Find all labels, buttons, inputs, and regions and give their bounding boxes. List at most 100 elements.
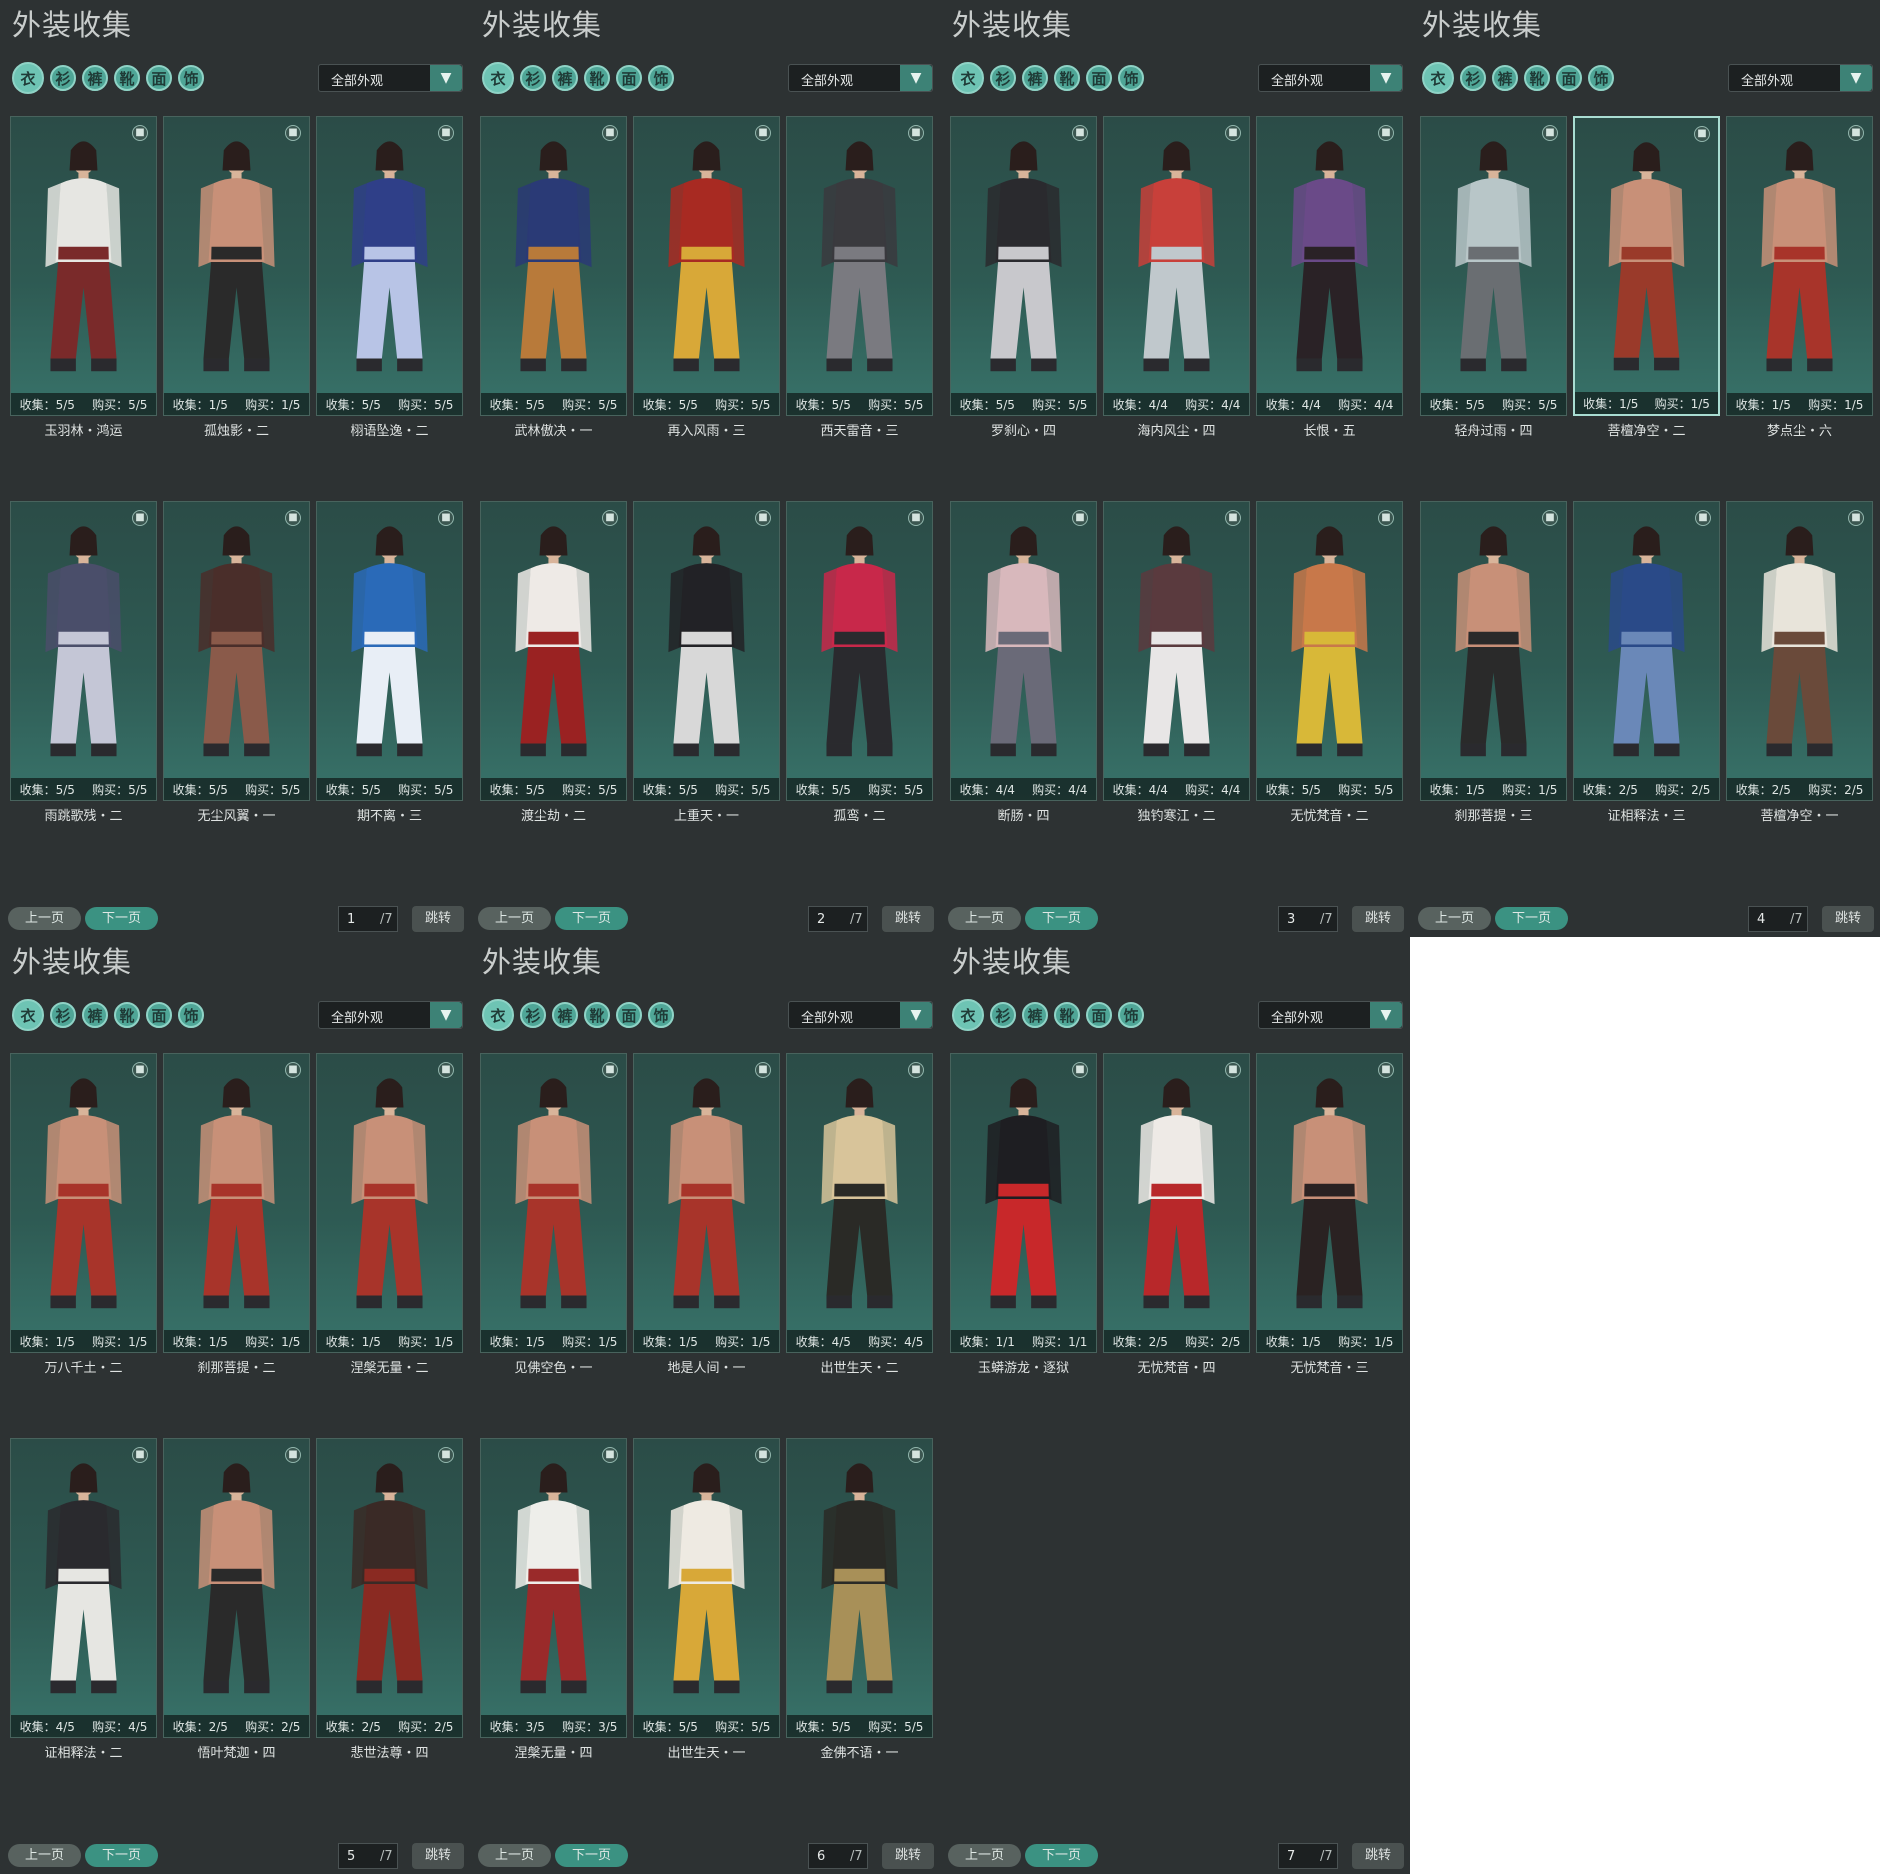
trash-icon[interactable]: ■ <box>602 1062 618 1078</box>
outfit-card[interactable]: ■ 收集：4/5 购买：4/5 <box>10 1438 157 1738</box>
trash-icon[interactable]: ■ <box>1378 125 1394 141</box>
jump-button[interactable]: 跳转 <box>882 906 934 932</box>
outfit-card[interactable]: ■ 收集：4/4 购买：4/4 <box>950 501 1097 801</box>
accessory-icon[interactable]: 饰 <box>648 1002 674 1028</box>
top-icon[interactable]: 衫 <box>50 65 76 91</box>
mask-icon[interactable]: 面 <box>146 65 172 91</box>
top-icon[interactable]: 衫 <box>50 1002 76 1028</box>
chevron-down-icon[interactable]: ▼ <box>900 65 932 91</box>
trash-icon[interactable]: ■ <box>908 1447 924 1463</box>
outfit-card[interactable]: ■ 收集：4/4 购买：4/4 <box>1103 501 1250 801</box>
mask-icon[interactable]: 面 <box>616 1002 642 1028</box>
prev-page-button[interactable]: 上一页 <box>478 907 551 930</box>
jump-button[interactable]: 跳转 <box>1352 906 1404 932</box>
outfit-filter-dropdown[interactable]: 全部外观 ▼ <box>1258 1001 1403 1029</box>
trash-icon[interactable]: ■ <box>285 510 301 526</box>
chevron-down-icon[interactable]: ▼ <box>1370 1002 1402 1028</box>
outfit-card[interactable]: ■ 收集：5/5 购买：5/5 <box>1256 501 1403 801</box>
chevron-down-icon[interactable]: ▼ <box>1370 65 1402 91</box>
outfit-filter-dropdown[interactable]: 全部外观 ▼ <box>1728 64 1873 92</box>
trash-icon[interactable]: ■ <box>132 1062 148 1078</box>
mask-icon[interactable]: 面 <box>1556 65 1582 91</box>
trash-icon[interactable]: ■ <box>1695 510 1711 526</box>
page-number-input[interactable]: 1/7 <box>338 906 398 932</box>
trash-icon[interactable]: ■ <box>132 1447 148 1463</box>
trash-icon[interactable]: ■ <box>755 1062 771 1078</box>
outfit-card[interactable]: ■ 收集：1/5 购买：1/5 <box>163 1053 310 1353</box>
outfit-card[interactable]: ■ 收集：5/5 购买：5/5 <box>786 116 933 416</box>
trash-icon[interactable]: ■ <box>755 1447 771 1463</box>
outfit-card[interactable]: ■ 收集：5/5 购买：5/5 <box>10 501 157 801</box>
outfit-card[interactable]: ■ 收集：1/5 购买：1/5 <box>480 1053 627 1353</box>
trash-icon[interactable]: ■ <box>908 510 924 526</box>
page-number-input[interactable]: 5/7 <box>338 1843 398 1869</box>
accessory-icon[interactable]: 饰 <box>178 1002 204 1028</box>
outfit-filter-dropdown[interactable]: 全部外观 ▼ <box>788 64 933 92</box>
top-icon[interactable]: 衫 <box>1460 65 1486 91</box>
page-number-input[interactable]: 7/7 <box>1278 1843 1338 1869</box>
trash-icon[interactable]: ■ <box>1848 510 1864 526</box>
outfit-card[interactable]: ■ 收集：5/5 购买：5/5 <box>633 116 780 416</box>
outfit-card[interactable]: ■ 收集：1/5 购买：1/5 <box>633 1053 780 1353</box>
outfit-card[interactable]: ■ 收集：5/5 购买：5/5 <box>316 116 463 416</box>
outfit-card[interactable]: ■ 收集：4/4 购买：4/4 <box>1103 116 1250 416</box>
page-number-input[interactable]: 6/7 <box>808 1843 868 1869</box>
outfit-filter-dropdown[interactable]: 全部外观 ▼ <box>318 1001 463 1029</box>
all-outfits-icon[interactable]: 衣 <box>952 999 984 1031</box>
mask-icon[interactable]: 面 <box>616 65 642 91</box>
shoes-icon[interactable]: 靴 <box>114 1002 140 1028</box>
jump-button[interactable]: 跳转 <box>1352 1843 1404 1869</box>
accessory-icon[interactable]: 饰 <box>178 65 204 91</box>
shoes-icon[interactable]: 靴 <box>1524 65 1550 91</box>
mask-icon[interactable]: 面 <box>1086 65 1112 91</box>
bottom-icon[interactable]: 裤 <box>82 65 108 91</box>
page-number-input[interactable]: 4/7 <box>1748 906 1808 932</box>
outfit-card[interactable]: ■ 收集：4/4 购买：4/4 <box>1256 116 1403 416</box>
all-outfits-icon[interactable]: 衣 <box>12 62 44 94</box>
all-outfits-icon[interactable]: 衣 <box>952 62 984 94</box>
shoes-icon[interactable]: 靴 <box>114 65 140 91</box>
shoes-icon[interactable]: 靴 <box>584 65 610 91</box>
bottom-icon[interactable]: 裤 <box>82 1002 108 1028</box>
shoes-icon[interactable]: 靴 <box>1054 65 1080 91</box>
bottom-icon[interactable]: 裤 <box>1492 65 1518 91</box>
trash-icon[interactable]: ■ <box>285 1447 301 1463</box>
trash-icon[interactable]: ■ <box>602 125 618 141</box>
outfit-card[interactable]: ■ 收集：1/5 购买：1/5 <box>1573 116 1720 416</box>
trash-icon[interactable]: ■ <box>1072 125 1088 141</box>
trash-icon[interactable]: ■ <box>1225 125 1241 141</box>
next-page-button[interactable]: 下一页 <box>85 1844 158 1867</box>
outfit-filter-dropdown[interactable]: 全部外观 ▼ <box>318 64 463 92</box>
trash-icon[interactable]: ■ <box>1378 510 1394 526</box>
bottom-icon[interactable]: 裤 <box>1022 1002 1048 1028</box>
mask-icon[interactable]: 面 <box>1086 1002 1112 1028</box>
bottom-icon[interactable]: 裤 <box>552 65 578 91</box>
outfit-card[interactable]: ■ 收集：5/5 购买：5/5 <box>950 116 1097 416</box>
jump-button[interactable]: 跳转 <box>412 1843 464 1869</box>
outfit-card[interactable]: ■ 收集：2/5 购买：2/5 <box>316 1438 463 1738</box>
outfit-card[interactable]: ■ 收集：1/5 购买：1/5 <box>10 1053 157 1353</box>
accessory-icon[interactable]: 饰 <box>1118 65 1144 91</box>
trash-icon[interactable]: ■ <box>755 510 771 526</box>
top-icon[interactable]: 衫 <box>990 65 1016 91</box>
trash-icon[interactable]: ■ <box>438 1062 454 1078</box>
trash-icon[interactable]: ■ <box>908 1062 924 1078</box>
shoes-icon[interactable]: 靴 <box>1054 1002 1080 1028</box>
outfit-card[interactable]: ■ 收集：2/5 购买：2/5 <box>1573 501 1720 801</box>
trash-icon[interactable]: ■ <box>602 1447 618 1463</box>
trash-icon[interactable]: ■ <box>438 510 454 526</box>
outfit-card[interactable]: ■ 收集：5/5 购买：5/5 <box>633 501 780 801</box>
trash-icon[interactable]: ■ <box>1072 1062 1088 1078</box>
top-icon[interactable]: 衫 <box>990 1002 1016 1028</box>
prev-page-button[interactable]: 上一页 <box>948 1844 1021 1867</box>
outfit-card[interactable]: ■ 收集：1/5 购买：1/5 <box>163 116 310 416</box>
outfit-filter-dropdown[interactable]: 全部外观 ▼ <box>788 1001 933 1029</box>
trash-icon[interactable]: ■ <box>285 125 301 141</box>
prev-page-button[interactable]: 上一页 <box>478 1844 551 1867</box>
trash-icon[interactable]: ■ <box>285 1062 301 1078</box>
chevron-down-icon[interactable]: ▼ <box>1840 65 1872 91</box>
next-page-button[interactable]: 下一页 <box>1025 907 1098 930</box>
outfit-card[interactable]: ■ 收集：5/5 购买：5/5 <box>786 501 933 801</box>
all-outfits-icon[interactable]: 衣 <box>482 62 514 94</box>
outfit-card[interactable]: ■ 收集：2/5 购买：2/5 <box>163 1438 310 1738</box>
